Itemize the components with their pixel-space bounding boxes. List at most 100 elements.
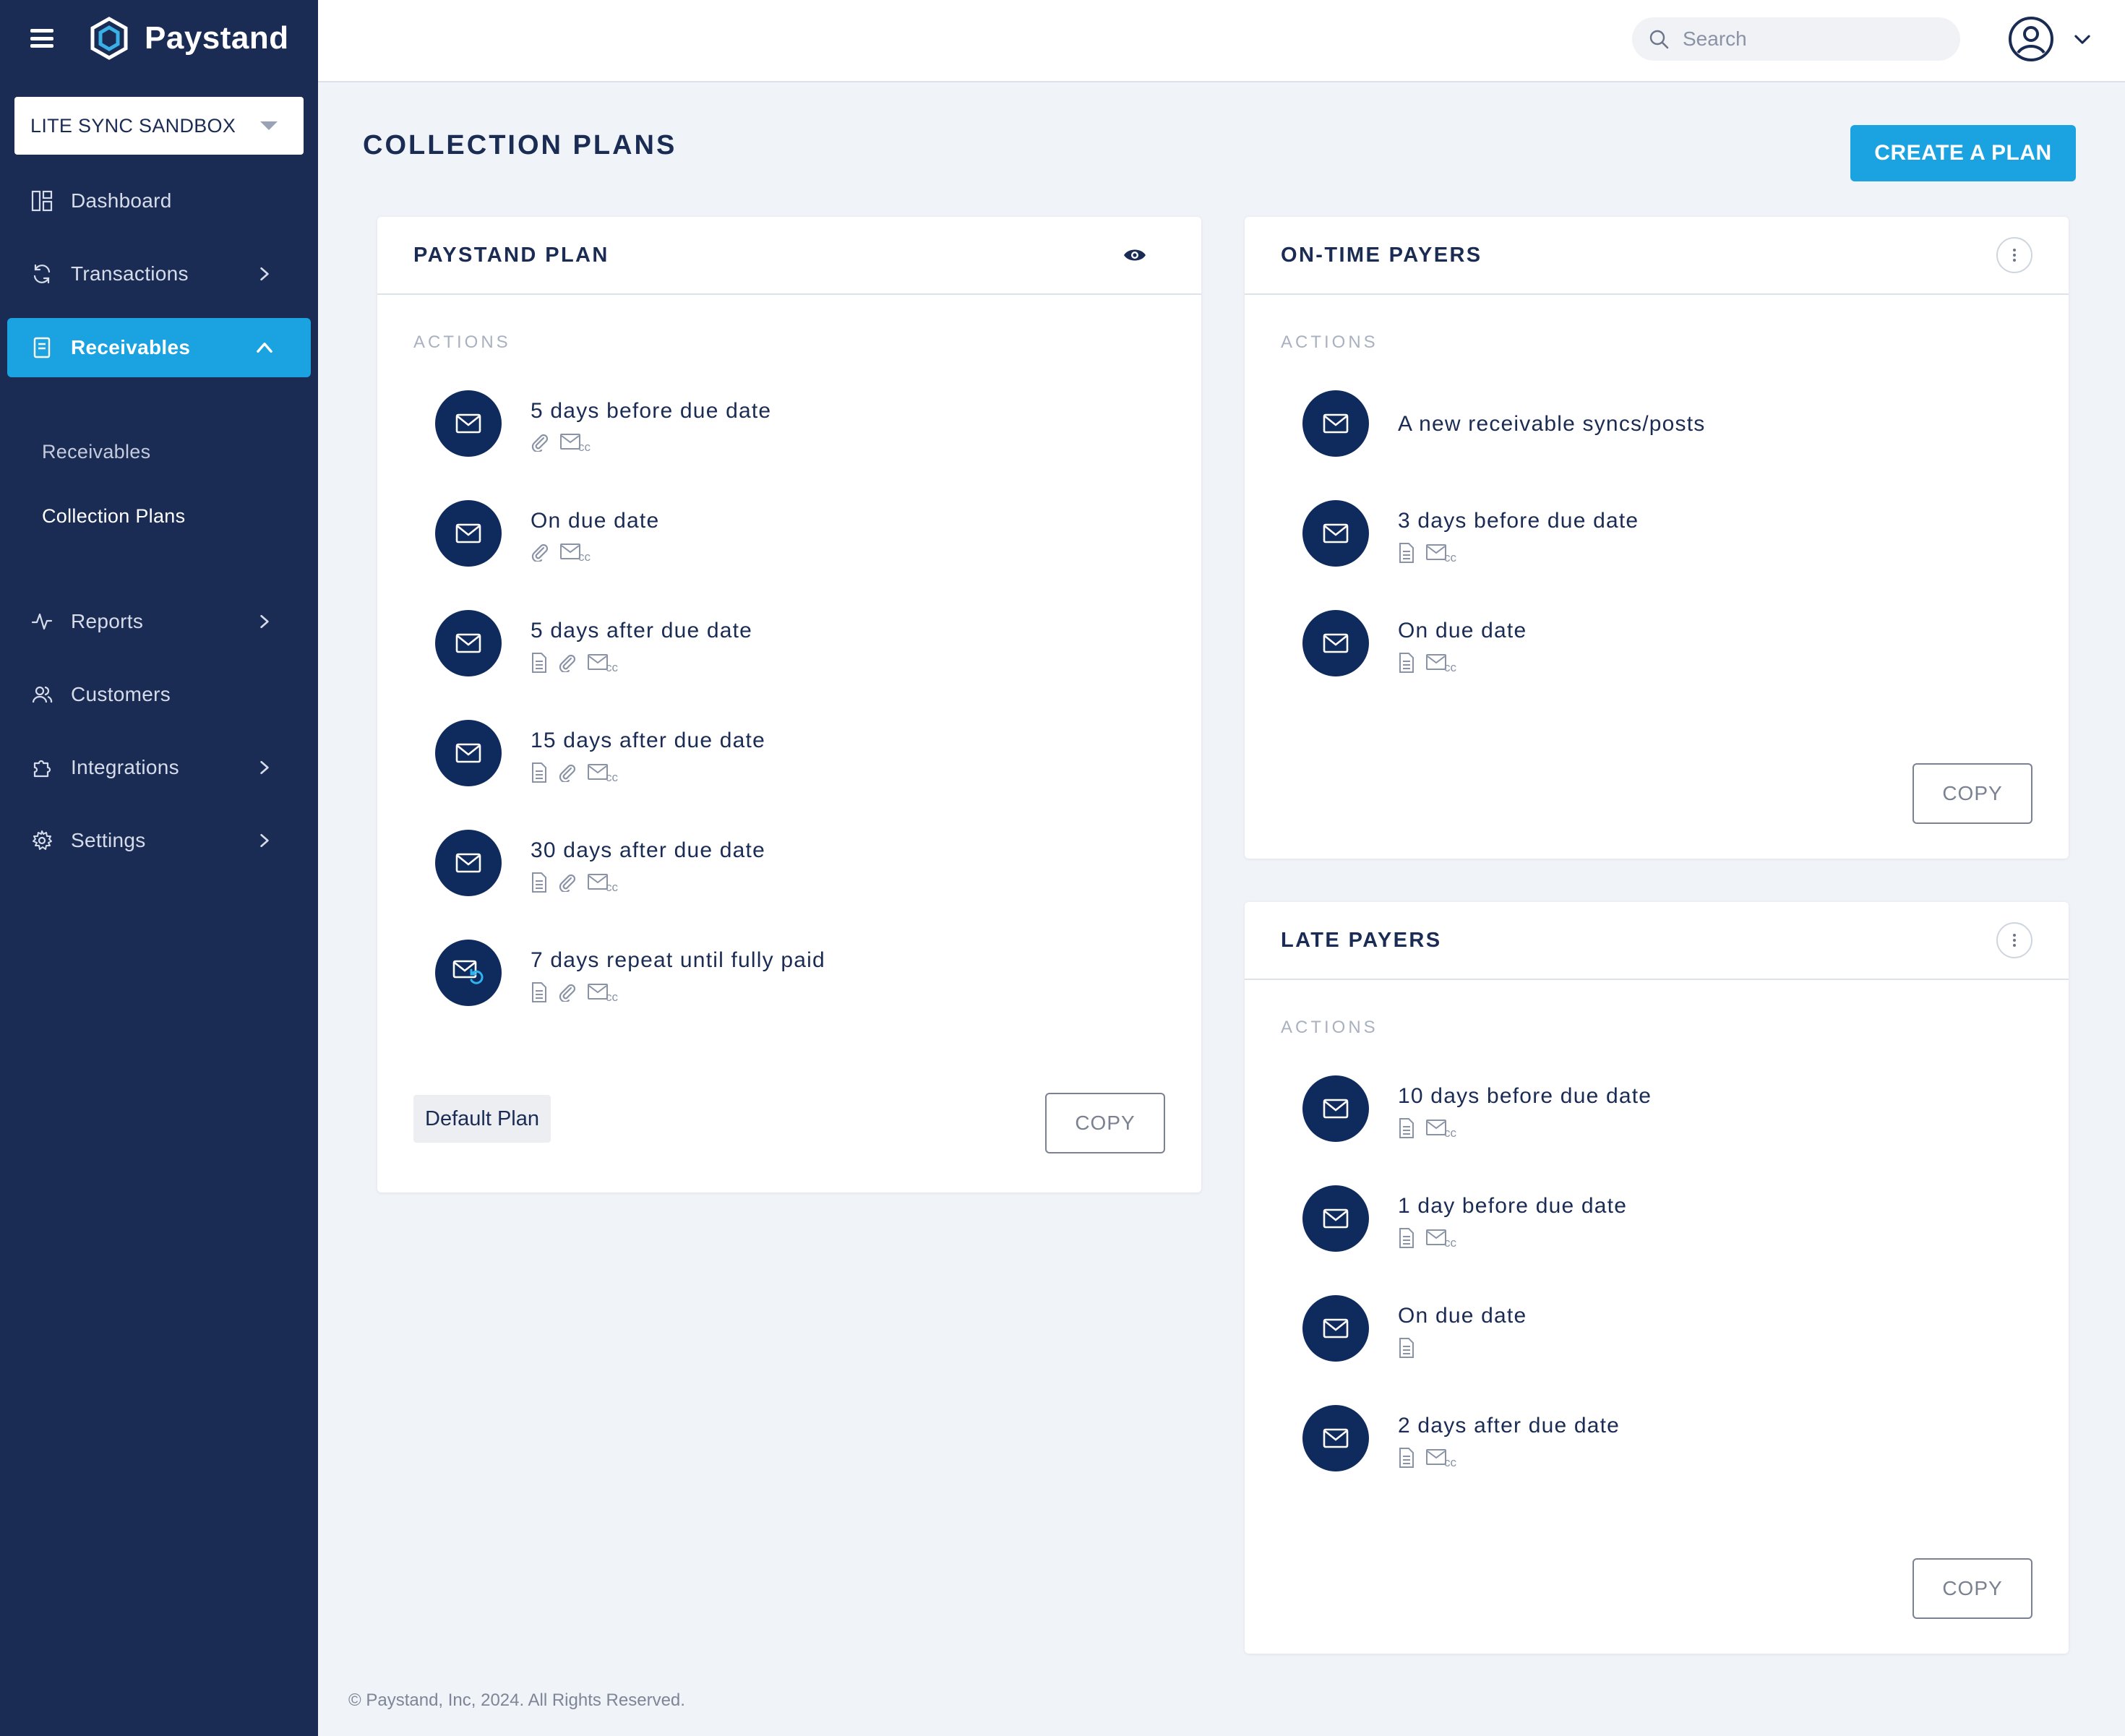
action-title: 1 day before due date: [1398, 1194, 1628, 1218]
action-title: 5 days after due date: [531, 619, 753, 643]
card-header: ON-TIME PAYERS: [1245, 217, 2069, 295]
mail-cc-icon: [1425, 1118, 1459, 1138]
plan-action-item[interactable]: On due date: [1302, 1295, 1527, 1362]
plan-action-item[interactable]: A new receivable syncs/posts: [1302, 390, 1705, 457]
plan-action-item[interactable]: 5 days before due date: [435, 390, 771, 457]
envelope-icon: [435, 500, 502, 567]
sidebar: Paystand LITE SYNC SANDBOX Dashboard Tra…: [0, 0, 318, 1736]
plan-action-item[interactable]: 5 days after due date: [435, 610, 752, 676]
plan-action-item[interactable]: 1 day before due date: [1302, 1185, 1627, 1252]
mail-cc-icon: [1425, 1228, 1459, 1248]
copy-button[interactable]: COPY: [1912, 763, 2032, 824]
envelope-icon: [1302, 1295, 1369, 1362]
sidebar-item-label: Customers: [71, 683, 171, 705]
sidebar-item-label: Dashboard: [71, 189, 172, 212]
plan-action-item[interactable]: 10 days before due date: [1302, 1075, 1652, 1142]
sidebar-item-label: Transactions: [71, 262, 189, 285]
document-icon: [531, 652, 548, 674]
document-icon: [531, 872, 548, 893]
gear-icon: [30, 829, 53, 852]
org-select[interactable]: LITE SYNC SANDBOX: [14, 97, 304, 155]
envelope-icon: [435, 390, 502, 457]
chevron-right-icon: [253, 262, 276, 285]
sidebar-item-settings[interactable]: Settings: [7, 811, 311, 870]
search-icon: [1649, 30, 1669, 49]
receivables-icon: [30, 336, 53, 359]
plan-action-item[interactable]: 3 days before due date: [1302, 500, 1639, 567]
brand-name: Paystand: [145, 20, 289, 56]
envelope-icon: [1302, 610, 1369, 676]
copy-button[interactable]: COPY: [1045, 1093, 1165, 1153]
create-plan-button[interactable]: CREATE A PLAN: [1850, 125, 2076, 181]
plan-action-item[interactable]: 30 days after due date: [435, 830, 765, 896]
chevron-right-icon: [253, 756, 276, 779]
envelope-icon: [435, 720, 502, 786]
plan-action-item[interactable]: On due date: [435, 500, 659, 567]
action-title: 15 days after due date: [531, 729, 765, 752]
copy-button[interactable]: COPY: [1912, 1558, 2032, 1619]
card-paystand-plan: PAYSTAND PLAN ACTIONS 5 days before due …: [377, 217, 1201, 1193]
plan-action-item[interactable]: On due date: [1302, 610, 1527, 676]
card-on-time-payers: ON-TIME PAYERS ACTIONS A new receivable …: [1245, 217, 2069, 859]
paperclip-icon: [558, 763, 577, 782]
actions-label: ACTIONS: [1281, 332, 1378, 352]
mail-cc-icon: [587, 982, 620, 1002]
envelope-icon: [1302, 1405, 1369, 1471]
search-input[interactable]: [1683, 27, 1928, 51]
action-title: 3 days before due date: [1398, 509, 1639, 533]
mail-cc-icon: [559, 542, 593, 562]
envelope-icon: [1302, 390, 1369, 457]
topbar: [318, 0, 2125, 82]
sidebar-item-integrations[interactable]: Integrations: [7, 738, 311, 797]
sidebar-item-label: Reports: [71, 610, 144, 632]
mail-cc-icon: [1425, 543, 1459, 563]
hamburger-menu-icon[interactable]: [29, 25, 55, 51]
card-title: LATE PAYERS: [1281, 928, 1442, 952]
search-box[interactable]: [1632, 17, 1960, 61]
plan-action-item[interactable]: 2 days after due date: [1302, 1405, 1620, 1471]
refresh-icon: [30, 262, 53, 285]
actions-label: ACTIONS: [1281, 1018, 1378, 1037]
plan-action-item[interactable]: 15 days after due date: [435, 720, 765, 786]
more-options-icon[interactable]: [1996, 237, 2032, 273]
chevron-right-icon: [253, 610, 276, 633]
document-icon: [1398, 542, 1415, 564]
actions-label: ACTIONS: [413, 332, 511, 352]
dashboard-icon: [30, 189, 53, 212]
card-title: PAYSTAND PLAN: [413, 243, 609, 267]
eye-icon[interactable]: [1120, 241, 1149, 270]
mail-cc-icon: [1425, 653, 1459, 673]
mail-cc-icon: [587, 872, 620, 893]
more-options-icon[interactable]: [1996, 922, 2032, 958]
envelope-icon: [1302, 500, 1369, 567]
sidebar-item-customers[interactable]: Customers: [7, 665, 311, 724]
envelope-icon: [435, 830, 502, 896]
sidebar-item-dashboard[interactable]: Dashboard: [7, 171, 311, 231]
caret-down-icon: [260, 121, 278, 130]
action-title: 5 days before due date: [531, 399, 772, 423]
document-icon: [1398, 1227, 1415, 1249]
mail-cc-icon: [587, 762, 620, 783]
paystand-logo-icon: [90, 17, 128, 60]
document-icon: [531, 762, 548, 783]
sidebar-subitem-receivables[interactable]: Receivables: [42, 441, 150, 463]
sidebar-item-reports[interactable]: Reports: [7, 592, 311, 651]
card-title: ON-TIME PAYERS: [1281, 243, 1482, 267]
sidebar-item-receivables[interactable]: Receivables: [7, 318, 311, 377]
paperclip-icon: [531, 543, 549, 562]
document-icon: [531, 981, 548, 1003]
chevron-right-icon: [253, 829, 276, 852]
sidebar-item-label: Integrations: [71, 756, 179, 778]
paperclip-icon: [558, 873, 577, 892]
sidebar-subitem-collection-plans[interactable]: Collection Plans: [42, 505, 185, 528]
paperclip-icon: [558, 653, 577, 672]
sidebar-item-transactions[interactable]: Transactions: [7, 244, 311, 304]
default-plan-badge: Default Plan: [413, 1095, 551, 1143]
mail-cc-icon: [559, 432, 593, 452]
action-title: 10 days before due date: [1398, 1084, 1652, 1108]
puzzle-icon: [30, 756, 53, 779]
plan-action-item[interactable]: 7 days repeat until fully paid: [435, 940, 825, 1006]
users-icon: [30, 683, 53, 706]
org-select-value: LITE SYNC SANDBOX: [30, 114, 236, 137]
user-menu[interactable]: [2008, 16, 2092, 62]
